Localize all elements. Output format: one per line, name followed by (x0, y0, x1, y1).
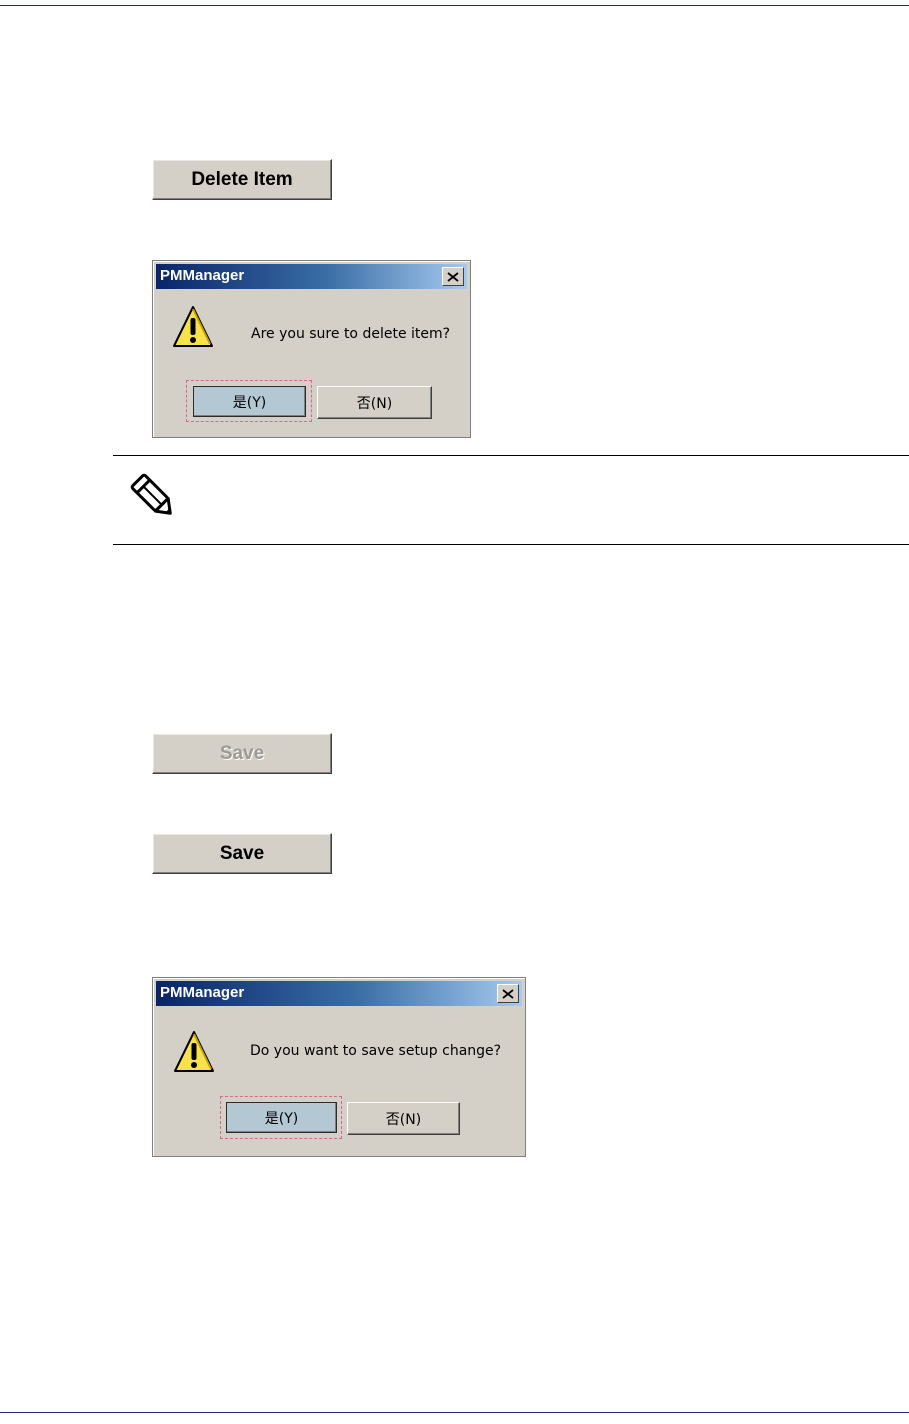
dialog-message: Do you want to save setup change? (250, 1043, 502, 1059)
delete-item-button[interactable]: Delete Item (152, 159, 332, 200)
no-button-label: 否(N) (385, 1111, 422, 1128)
save-button-disabled-label: Save (219, 742, 265, 764)
warning-icon (174, 1031, 214, 1072)
yes-button-label: 是(Y) (264, 1110, 299, 1127)
page-top-rule (0, 5, 909, 6)
warning-icon (173, 306, 213, 347)
dialog-titlebar: PMManager (156, 264, 467, 289)
pencil-note-icon (130, 473, 172, 515)
dialog-title: PMManager (160, 984, 245, 1001)
dialog-titlebar: PMManager (156, 981, 522, 1006)
save-confirm-dialog: PMManager Do you want to save setup chan… (152, 977, 526, 1157)
save-button-label: Save (219, 842, 265, 864)
delete-item-button-label: Delete Item (191, 168, 293, 190)
dialog-title: PMManager (160, 267, 245, 284)
no-button[interactable]: 否(N) (317, 386, 432, 419)
save-button[interactable]: Save (152, 833, 332, 874)
delete-confirm-dialog: PMManager Are you sure to delete item? 是… (152, 260, 471, 438)
close-icon[interactable] (497, 984, 519, 1003)
yes-button[interactable]: 是(Y) (226, 1102, 337, 1133)
no-button-label: 否(N) (356, 395, 393, 412)
page-bottom-rule (0, 1412, 909, 1413)
dialog-message: Are you sure to delete item? (251, 326, 451, 342)
note-top-rule (113, 455, 909, 456)
yes-button-label: 是(Y) (232, 394, 267, 411)
save-button-disabled: Save (152, 733, 332, 774)
close-icon[interactable] (442, 267, 464, 286)
yes-button[interactable]: 是(Y) (193, 386, 306, 417)
no-button[interactable]: 否(N) (347, 1102, 460, 1135)
note-bottom-rule (113, 544, 909, 545)
